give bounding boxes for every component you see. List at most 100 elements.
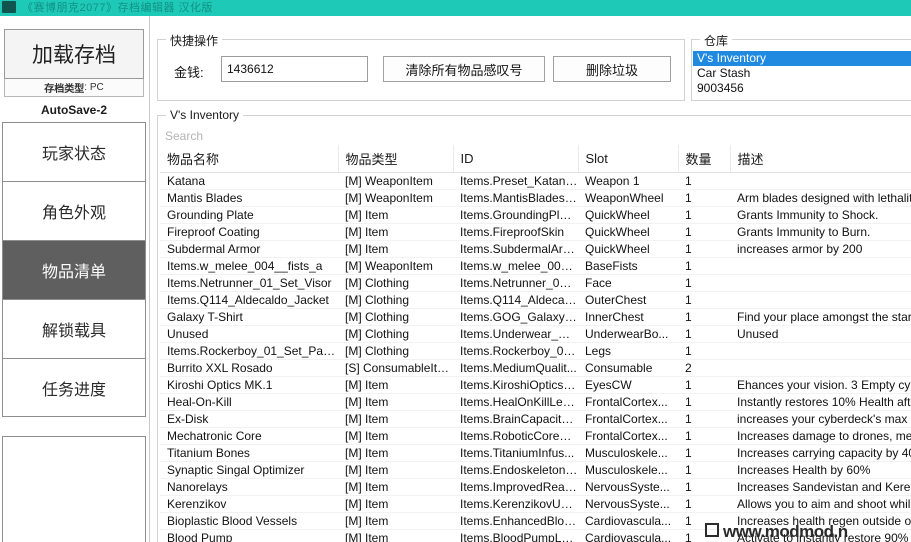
table-row[interactable]: Galaxy T-Shirt [M] Clothing Items.GOG_Gala… <box>160 308 911 326</box>
cell-item-name: Heal-On-Kill <box>160 393 338 411</box>
cell-item-slot: WeaponWheel <box>578 189 678 207</box>
cell-item-quantity: 1 <box>678 206 730 224</box>
search-input[interactable] <box>160 127 911 144</box>
column-header-type[interactable]: 物品类型 <box>338 145 454 173</box>
column-header-slot[interactable]: Slot <box>578 145 679 173</box>
cell-item-id: Items.Q114_Aldecald... <box>453 291 578 309</box>
cell-item-quantity: 1 <box>678 529 730 542</box>
cell-item-description: increases armor by 200 <box>730 240 911 258</box>
table-row[interactable]: Items.Netrunner_01_Set_Visor [M] Clothing… <box>160 274 911 292</box>
cell-item-name: Nanorelays <box>160 478 338 496</box>
table-row[interactable]: Kerenzikov [M] Item Items.KerenzikovUnc...… <box>160 495 911 513</box>
cell-item-description: Arm blades designed with lethality <box>730 189 911 207</box>
cell-item-name: Items.Q114_Aldecaldo_Jacket <box>160 291 338 309</box>
cell-item-type: [M] Item <box>338 410 453 428</box>
save-type-value: PC <box>89 82 104 93</box>
cell-item-description: Find your place amongst the stars <box>730 308 911 326</box>
cell-item-name: Kiroshi Optics MK.1 <box>160 376 338 394</box>
sidebar-item-appearance[interactable]: 角色外观 <box>2 181 146 240</box>
inventory-legend: V's Inventory <box>166 108 243 122</box>
sidebar-divider <box>149 16 150 542</box>
table-row[interactable]: Burrito XXL Rosado [S] ConsumableItem Item… <box>160 359 911 377</box>
table-row[interactable]: Synaptic Singal Optimizer [M] Item Items.E… <box>160 461 911 479</box>
inventory-table-body: Katana [M] WeaponItem Items.Preset_Katana_… <box>160 172 911 542</box>
cell-item-type: [S] ConsumableItem <box>338 359 453 377</box>
table-row[interactable]: Blood Pump [M] Item Items.BloodPumpLe... Ca… <box>160 529 911 542</box>
cell-item-name: Synaptic Singal Optimizer <box>160 461 338 479</box>
table-row[interactable]: Subdermal Armor [M] Item Items.SubdermalAr… <box>160 240 911 258</box>
table-row[interactable]: Ex-Disk [M] Item Items.BrainCapacityB... Fr… <box>160 410 911 428</box>
cell-item-slot: Musculoskele... <box>578 444 678 462</box>
search-box[interactable] <box>160 126 911 145</box>
sidebar: 加载存档 存档类型 : PC AutoSave-2 玩家状态 角色外观 物品清单… <box>0 16 148 542</box>
cell-item-description <box>730 172 911 190</box>
table-row[interactable]: Bioplastic Blood Vessels [M] Item Items.En… <box>160 512 911 530</box>
cell-item-id: Items.HealOnKillLeg... <box>453 393 578 411</box>
table-row[interactable]: Heal-On-Kill [M] Item Items.HealOnKillLeg.… <box>160 393 911 411</box>
table-row[interactable]: Titanium Bones [M] Item Items.TitaniumInfu… <box>160 444 911 462</box>
money-label: 金钱: <box>174 65 204 80</box>
cell-item-quantity: 1 <box>678 308 730 326</box>
table-row[interactable]: Fireproof Coating [M] Item Items.Fireproof… <box>160 223 911 241</box>
cell-item-slot: Weapon 1 <box>578 172 678 190</box>
inventory-table-head: 物品名称 物品类型 ID Slot 数量 描述 <box>160 145 911 173</box>
cell-item-quantity: 1 <box>678 240 730 258</box>
cell-item-slot: InnerChest <box>578 308 678 326</box>
cell-item-quantity: 1 <box>678 257 730 275</box>
delete-junk-button[interactable]: 删除垃圾 <box>553 56 671 82</box>
money-stepper[interactable]: ▲ ▼ <box>221 56 395 82</box>
table-row[interactable]: Unused [M] Clothing Items.Underwear_Ba... U… <box>160 325 911 343</box>
column-header-description[interactable]: 描述 <box>730 145 911 173</box>
table-row[interactable]: Mechatronic Core [M] Item Items.RoboticCor… <box>160 427 911 445</box>
cell-item-id: Items.FireproofSkin <box>453 223 578 241</box>
column-header-name[interactable]: 物品名称 <box>160 145 339 173</box>
cell-item-id: Items.BloodPumpLe... <box>453 529 578 542</box>
cell-item-quantity: 1 <box>678 478 730 496</box>
warehouse-list[interactable]: V's Inventory Car Stash 9003456 <box>693 51 911 99</box>
cell-item-description: Grants Immunity to Burn. <box>730 223 911 241</box>
table-row[interactable]: Items.Rockerboy_01_Set_Pants [M] Clothing… <box>160 342 911 360</box>
cell-item-id: Items.ImprovedReact... <box>453 478 578 496</box>
cell-item-name: Items.Netrunner_01_Set_Visor <box>160 274 338 292</box>
cell-item-description: Increases health regen outside of <box>730 512 911 530</box>
cell-item-slot: Legs <box>578 342 678 360</box>
cell-item-quantity: 1 <box>678 274 730 292</box>
warehouse-item-car-stash[interactable]: Car Stash <box>693 66 911 81</box>
table-row[interactable]: Kiroshi Optics MK.1 [M] Item Items.Kiroshi… <box>160 376 911 394</box>
warehouse-item-9003456[interactable]: 9003456 <box>693 81 911 96</box>
cell-item-slot: EyesCW <box>578 376 678 394</box>
cell-item-description: Activate to instantly restore 90% h <box>730 529 911 542</box>
load-save-button[interactable]: 加载存档 <box>4 29 144 79</box>
table-row[interactable]: Katana [M] WeaponItem Items.Preset_Katana_… <box>160 172 911 190</box>
table-row[interactable]: Nanorelays [M] Item Items.ImprovedReact...… <box>160 478 911 496</box>
inventory-table-wrapper[interactable]: 物品名称 物品类型 ID Slot 数量 描述 Katana [M] Weapon… <box>160 145 911 542</box>
table-row[interactable]: Grounding Plate [M] Item Items.GroundingPl… <box>160 206 911 224</box>
cell-item-slot: Face <box>578 274 678 292</box>
table-row[interactable]: Mantis Blades [M] WeaponItem Items.MantisB… <box>160 189 911 207</box>
cell-item-name: Mechatronic Core <box>160 427 338 445</box>
sidebar-item-vehicles[interactable]: 解锁载具 <box>2 299 146 358</box>
cell-item-description: Allows you to aim and shoot whil <box>730 495 911 513</box>
cell-item-id: Items.Rockerboy_01_... <box>453 342 578 360</box>
cell-item-name: Bioplastic Blood Vessels <box>160 512 338 530</box>
cell-item-slot: NervousSyste... <box>578 478 678 496</box>
column-header-quantity[interactable]: 数量 <box>678 145 731 173</box>
cell-item-type: [M] Item <box>338 427 453 445</box>
sidebar-item-inventory[interactable]: 物品清单 <box>2 240 146 299</box>
cell-item-type: [M] WeaponItem <box>338 189 453 207</box>
clear-item-marks-button[interactable]: 清除所有物品感叹号 <box>383 56 545 82</box>
cell-item-quantity: 1 <box>678 427 730 445</box>
sidebar-item-quests[interactable]: 任务进度 <box>2 358 146 417</box>
column-header-id[interactable]: ID <box>453 145 579 173</box>
table-row[interactable]: Items.w_melee_004__fists_a [M] WeaponItem… <box>160 257 911 275</box>
warehouse-item-v-inventory[interactable]: V's Inventory <box>693 51 911 66</box>
sidebar-nav: 玩家状态 角色外观 物品清单 解锁载具 任务进度 <box>2 122 146 417</box>
cell-item-slot: BaseFists <box>578 257 678 275</box>
table-row[interactable]: Items.Q114_Aldecaldo_Jacket [M] Clothing I… <box>160 291 911 309</box>
cell-item-quantity: 1 <box>678 189 730 207</box>
sidebar-item-player-status[interactable]: 玩家状态 <box>2 122 146 181</box>
money-input[interactable] <box>222 57 387 81</box>
cell-item-slot: UnderwearBo... <box>578 325 678 343</box>
cell-item-type: [M] Clothing <box>338 342 453 360</box>
cell-item-quantity: 1 <box>678 342 730 360</box>
